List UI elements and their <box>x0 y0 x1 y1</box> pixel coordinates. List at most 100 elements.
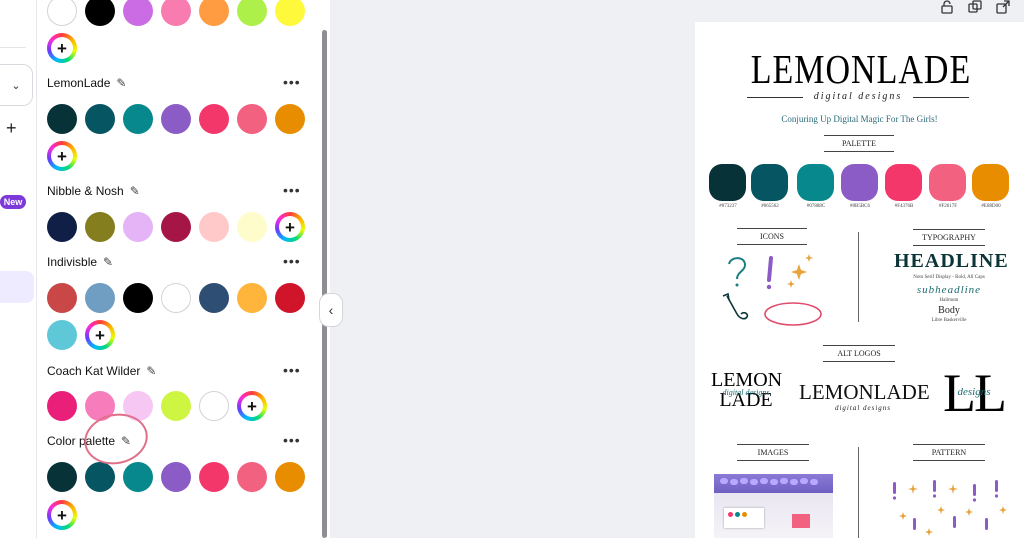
color-swatch[interactable] <box>161 104 191 134</box>
left-rail: ⌄ + New <box>0 0 36 538</box>
brand-image-photo <box>714 474 833 538</box>
color-swatch[interactable] <box>123 283 153 313</box>
rail-active-item[interactable] <box>0 271 34 303</box>
add-color-button[interactable]: + <box>275 212 305 242</box>
pattern-illustration <box>892 480 1007 536</box>
brand-palette-hex-label: #E88D00 <box>981 204 1001 209</box>
pencil-edit-icon[interactable]: ✎ <box>130 184 140 198</box>
brand-palette-swatch <box>885 164 922 201</box>
lock-icon[interactable] <box>940 0 954 14</box>
color-swatch[interactable] <box>47 283 77 313</box>
color-swatch[interactable] <box>161 391 191 421</box>
pencil-edit-icon[interactable]: ✎ <box>103 255 113 269</box>
color-swatch[interactable] <box>237 283 267 313</box>
brand-title: LEMONLADE <box>750 48 972 93</box>
color-swatch[interactable] <box>275 104 305 134</box>
color-swatch[interactable] <box>199 283 229 313</box>
plus-icon: + <box>51 145 73 167</box>
chevron-down-icon: ⌄ <box>11 79 21 92</box>
palette-name[interactable]: LemonLade <box>47 76 110 90</box>
share-icon[interactable] <box>996 0 1010 14</box>
add-color-button[interactable]: + <box>47 500 77 530</box>
color-swatch[interactable] <box>47 212 77 242</box>
brand-palette-swatch <box>797 164 834 201</box>
color-swatch[interactable] <box>47 320 77 350</box>
typography-subheadline: subheadline <box>916 284 982 296</box>
add-color-button[interactable]: + <box>47 33 77 63</box>
headline-font-label: Noto Serif Display - Bold, All Caps <box>913 275 985 280</box>
images-heading: IMAGES <box>737 444 809 461</box>
chevron-left-icon: ‹ <box>328 302 334 318</box>
collapse-panel-button[interactable]: ‹ <box>319 293 343 327</box>
color-swatch[interactable] <box>123 104 153 134</box>
add-color-button[interactable]: + <box>47 141 77 171</box>
color-swatch[interactable] <box>85 283 115 313</box>
brand-palette-swatch <box>709 164 746 201</box>
palette-name[interactable]: Nibble & Nosh <box>47 184 124 198</box>
color-swatch[interactable] <box>199 391 229 421</box>
alt-logo-monogram-script: designs <box>957 386 991 398</box>
color-swatch[interactable] <box>237 462 267 492</box>
plus-icon: + <box>51 504 73 526</box>
panel-scrollbar[interactable] <box>320 0 330 538</box>
typography-body: Body <box>938 305 960 316</box>
color-swatch[interactable] <box>47 104 77 134</box>
brand-palette-swatch <box>929 164 966 201</box>
color-swatch[interactable] <box>161 212 191 242</box>
scrollbar-thumb[interactable] <box>322 30 327 538</box>
palette-header: LemonLade ✎ <box>47 76 126 90</box>
title-rule-left <box>747 97 803 98</box>
rail-dropdown-button[interactable]: ⌄ <box>0 64 33 106</box>
color-swatch[interactable] <box>275 283 305 313</box>
palette-heading: PALETTE <box>824 135 894 152</box>
subheadline-font-label: Halimum <box>939 298 959 303</box>
rail-divider <box>0 47 26 48</box>
new-badge: New <box>0 195 26 209</box>
plus-icon: + <box>279 216 301 238</box>
color-swatch[interactable] <box>275 462 305 492</box>
color-swatch[interactable] <box>85 212 115 242</box>
color-swatch[interactable] <box>85 104 115 134</box>
more-options-icon[interactable]: ••• <box>283 74 301 90</box>
color-swatch[interactable] <box>199 104 229 134</box>
add-color-button[interactable]: + <box>85 320 115 350</box>
plus-icon: + <box>51 37 73 59</box>
brand-palette-swatch <box>972 164 1009 201</box>
brand-subtitle: digital designs <box>813 91 903 102</box>
color-swatch[interactable] <box>199 462 229 492</box>
body-font-label: Libre Baskerville <box>931 318 967 323</box>
more-options-icon[interactable]: ••• <box>283 253 301 269</box>
color-swatch[interactable] <box>237 104 267 134</box>
palette-name[interactable]: Coach Kat Wilder <box>47 364 140 378</box>
color-swatch[interactable] <box>123 462 153 492</box>
color-swatch[interactable] <box>161 462 191 492</box>
color-swatch[interactable] <box>85 462 115 492</box>
duplicate-icon[interactable] <box>968 0 982 14</box>
brand-palette-hex-label: #8B5BC6 <box>849 204 870 209</box>
more-options-icon[interactable]: ••• <box>283 432 301 448</box>
color-swatch[interactable] <box>123 212 153 242</box>
pencil-edit-icon[interactable]: ✎ <box>146 364 156 378</box>
alt-logo-stacked-script: digital designs <box>722 388 770 397</box>
section-divider-2 <box>858 447 859 538</box>
palette-header: Indivisble ✎ <box>47 255 113 269</box>
color-swatch[interactable] <box>237 212 267 242</box>
color-swatch[interactable] <box>47 462 77 492</box>
palette-name[interactable]: Indivisble <box>47 255 97 269</box>
rail-add-button[interactable]: + <box>6 118 17 139</box>
icons-illustration <box>722 254 822 326</box>
color-swatch[interactable] <box>47 391 77 421</box>
color-swatch[interactable] <box>199 212 229 242</box>
more-options-icon[interactable]: ••• <box>283 182 301 198</box>
section-divider <box>858 232 859 322</box>
icons-heading: ICONS <box>737 228 807 245</box>
color-swatch[interactable] <box>161 283 191 313</box>
brand-palette-swatch <box>841 164 878 201</box>
more-options-icon[interactable]: ••• <box>283 362 301 378</box>
alt-logo-wide-script: digital designs <box>834 404 892 412</box>
add-color-button[interactable]: + <box>237 391 267 421</box>
brand-tagline: Conjuring Up Digital Magic For The Girls… <box>781 114 938 124</box>
brand-palette-hex-label: #065562 <box>761 204 779 209</box>
pencil-edit-icon[interactable]: ✎ <box>116 76 126 90</box>
design-page[interactable]: LEMONLADE digital designs Conjuring Up D… <box>695 22 1024 538</box>
